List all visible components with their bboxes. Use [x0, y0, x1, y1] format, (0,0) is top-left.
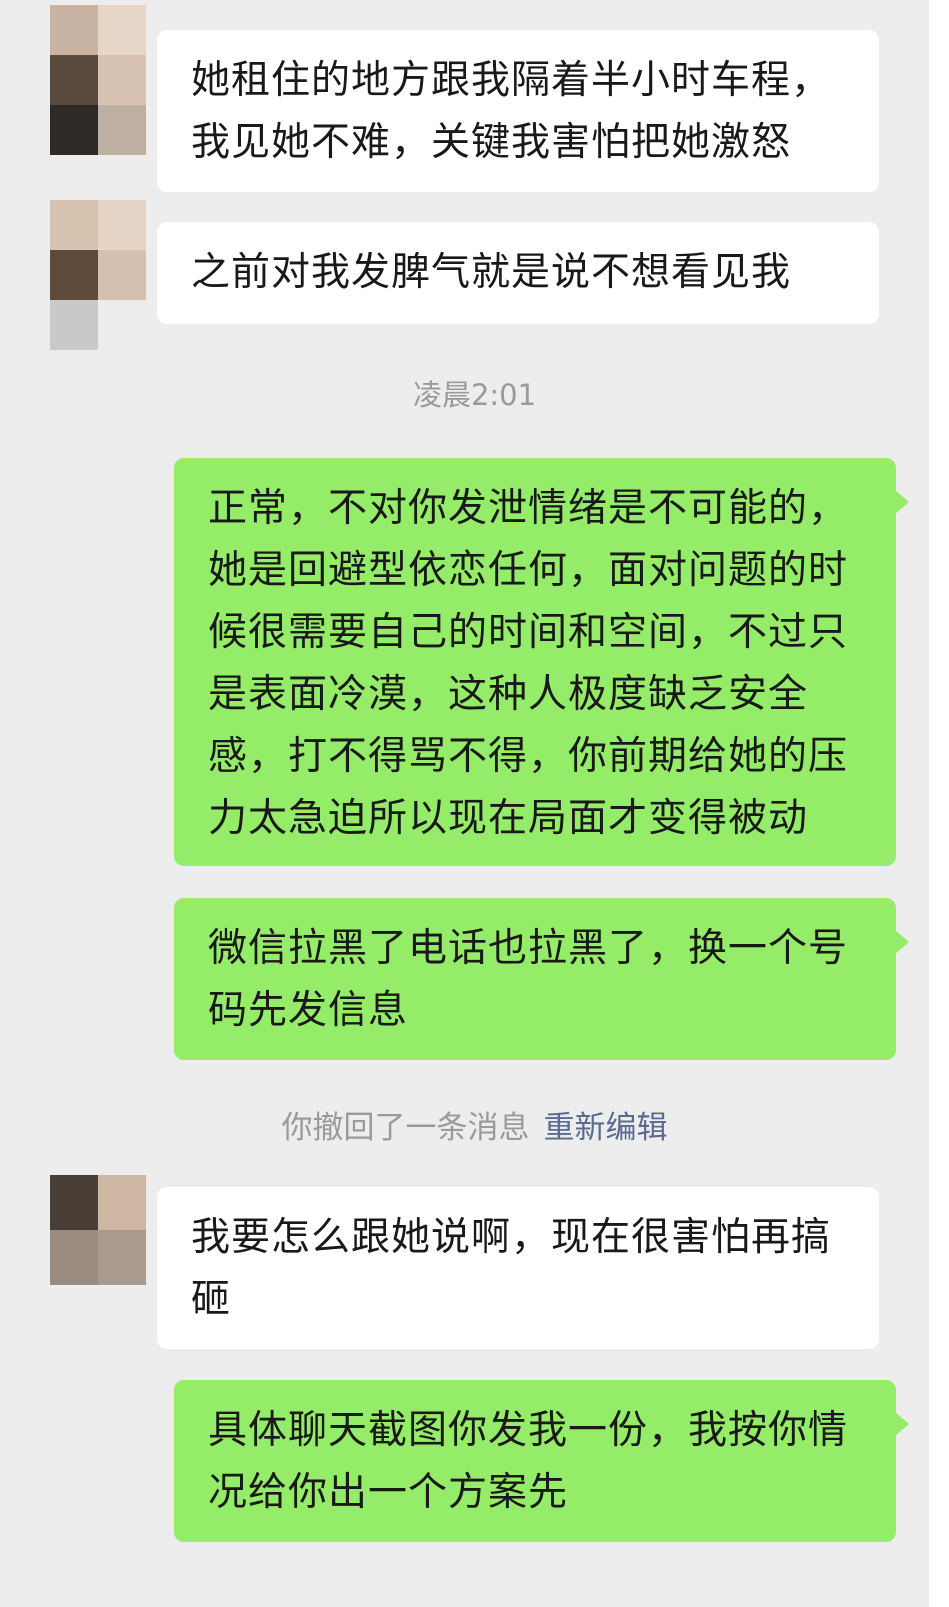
incoming-message-bubble[interactable]: 她租住的地方跟我隔着半小时车程， 我见她不难，关键我害怕把她激怒 — [157, 30, 879, 192]
message-timestamp: 凌晨2:01 — [412, 378, 537, 412]
re-edit-link[interactable]: 重新编辑 — [544, 1110, 668, 1146]
avatar-tile — [98, 1175, 146, 1230]
message-text-line: 码先发信息 — [208, 988, 409, 1033]
message-text-line: 感，打不得骂不得，你前期给她的压 — [208, 734, 849, 779]
recall-notice-text: 你撤回了一条消息 — [281, 1110, 530, 1146]
message-text-line: 我要怎么跟她说啊，现在很害怕再搞 — [191, 1215, 832, 1260]
avatar-tile — [98, 5, 146, 55]
avatar-tile — [50, 1230, 98, 1285]
avatar-tile — [50, 5, 98, 55]
avatar-tile — [50, 1175, 98, 1230]
message-text-line: 是表面冷漠，这种人极度缺乏安全 — [208, 672, 809, 717]
message-text-line: 微信拉黑了电话也拉黑了，换一个号 — [208, 926, 849, 971]
message-text-line: 我见她不难，关键我害怕把她激怒 — [191, 120, 792, 165]
avatar-tile — [50, 250, 98, 300]
message-text-line: 正常，不对你发泄情绪是不可能的， — [208, 486, 849, 531]
message-text-line: 之前对我发脾气就是说不想看见我 — [191, 250, 792, 295]
contact-avatar[interactable] — [50, 1175, 146, 1285]
avatar-tile — [50, 300, 98, 350]
avatar-tile — [98, 200, 146, 250]
contact-avatar[interactable] — [50, 200, 146, 350]
contact-avatar[interactable] — [50, 5, 146, 155]
message-text-line: 况给你出一个方案先 — [208, 1470, 569, 1515]
message-text-line: 力太急迫所以现在局面才变得被动 — [208, 796, 809, 841]
message-text-line: 她是回避型依恋任何，面对问题的时 — [208, 548, 849, 593]
outgoing-message-bubble[interactable]: 微信拉黑了电话也拉黑了，换一个号 码先发信息 — [174, 898, 909, 1060]
scrollbar-track[interactable] — [929, 0, 949, 1607]
recall-notice: 你撤回了一条消息 重新编辑 — [0, 1102, 949, 1147]
avatar-tile — [50, 105, 98, 155]
avatar-tile — [98, 105, 146, 155]
avatar-tile — [98, 55, 146, 105]
message-text-line: 她租住的地方跟我隔着半小时车程， — [191, 58, 832, 103]
incoming-message-bubble[interactable]: 我要怎么跟她说啊，现在很害怕再搞 砸 — [157, 1187, 879, 1349]
avatar-tile — [50, 55, 98, 105]
avatar-tile — [98, 1230, 146, 1285]
avatar-tile — [98, 250, 146, 300]
message-text-line: 砸 — [191, 1277, 232, 1322]
outgoing-message-bubble[interactable]: 正常，不对你发泄情绪是不可能的， 她是回避型依恋任何，面对问题的时 候很需要自己… — [174, 458, 909, 866]
message-text-line: 具体聊天截图你发我一份，我按你情 — [208, 1408, 849, 1453]
incoming-message-bubble[interactable]: 之前对我发脾气就是说不想看见我 — [157, 222, 879, 324]
avatar-tile — [98, 300, 146, 350]
outgoing-message-bubble[interactable]: 具体聊天截图你发我一份，我按你情 况给你出一个方案先 — [174, 1380, 909, 1542]
message-text-line: 候很需要自己的时间和空间，不过只 — [208, 610, 849, 655]
avatar-tile — [50, 200, 98, 250]
